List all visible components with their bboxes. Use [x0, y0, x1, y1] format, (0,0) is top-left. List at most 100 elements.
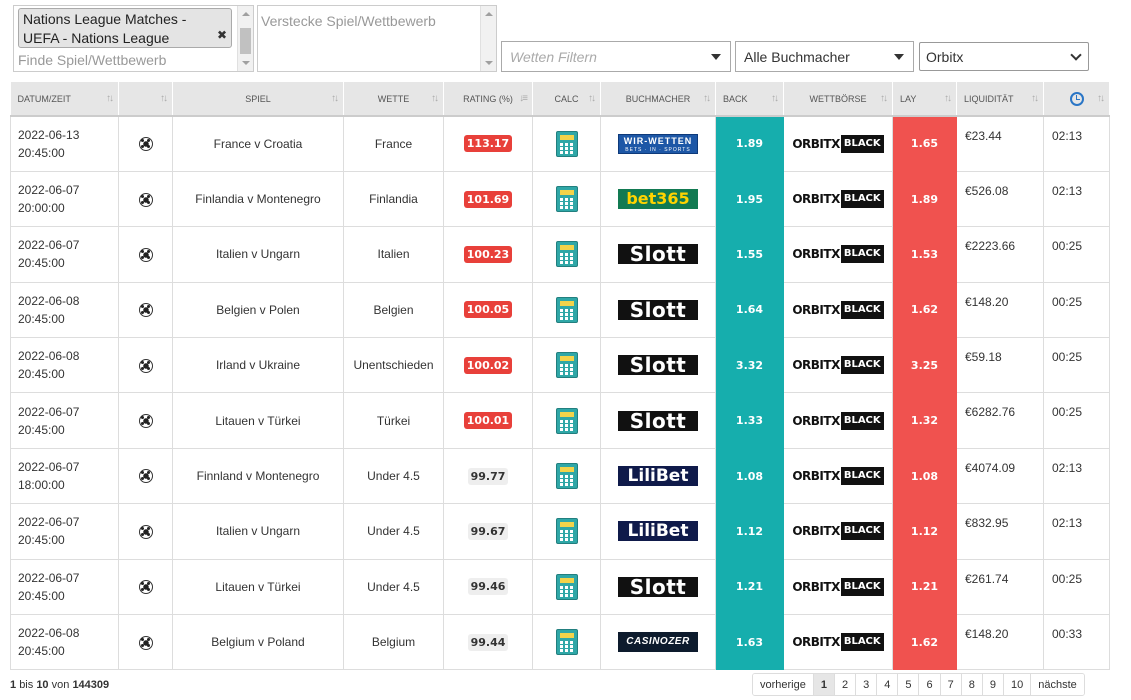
calculator-icon[interactable] [555, 518, 578, 545]
calculator-icon[interactable] [555, 629, 578, 656]
bookmaker-logo[interactable]: Slott [618, 576, 698, 597]
cell-back-odds[interactable]: 1.12 [715, 503, 784, 560]
col-exchange[interactable]: WETTBÖRSE ↑↓ [783, 82, 893, 117]
sort-icon[interactable]: ↑↓ [1097, 93, 1105, 104]
page-button[interactable]: 2 [833, 674, 856, 695]
col-game[interactable]: SPIEL ↑↓ [172, 82, 344, 117]
cell-back-odds[interactable]: 1.63 [715, 614, 784, 671]
page-button[interactable]: 1 [812, 674, 834, 695]
cell-lay-odds[interactable]: 1.21 [892, 558, 957, 616]
cell-lay-odds[interactable]: 1.65 [892, 115, 957, 172]
cell-back-odds[interactable]: 1.08 [715, 447, 784, 505]
next-page-button[interactable]: nächste [1030, 674, 1084, 695]
bookmaker-logo[interactable]: CASINOZER [618, 632, 698, 653]
cell-lay-odds[interactable]: 1.89 [892, 170, 957, 228]
calculator-icon[interactable] [555, 573, 578, 600]
sort-desc-icon[interactable]: ↓≡ [519, 93, 528, 104]
scroll-down-icon[interactable] [242, 61, 250, 65]
calculator-icon[interactable] [555, 186, 578, 213]
cell-lay-odds[interactable]: 1.32 [892, 392, 957, 449]
col-rating[interactable]: RATING (%) ↓≡ [443, 82, 533, 117]
exchange-logo[interactable]: ORBITX BLACK [792, 466, 884, 486]
sort-icon[interactable]: ↑↓ [703, 93, 711, 104]
cell-back-odds[interactable]: 3.32 [715, 337, 784, 394]
exchange-logo[interactable]: ORBITX BLACK [792, 244, 884, 264]
remove-tag-icon[interactable]: ✖ [217, 26, 227, 45]
sort-icon[interactable]: ↑↓ [160, 93, 168, 104]
page-button[interactable]: 9 [981, 674, 1003, 695]
calculator-icon[interactable] [555, 130, 578, 157]
calculator-icon[interactable] [555, 352, 578, 379]
col-datetime[interactable]: DATUM/ZEIT ↑↓ [10, 82, 119, 117]
prev-page-button[interactable]: vorherige [753, 674, 813, 695]
cell-back-odds[interactable]: 1.95 [715, 170, 784, 228]
page-button[interactable]: 6 [918, 674, 940, 695]
bookmaker-logo[interactable]: bet365 [618, 189, 698, 210]
bookmaker-logo[interactable]: LiliBet [618, 521, 698, 542]
page-button[interactable]: 10 [1002, 674, 1031, 695]
calculator-icon[interactable] [555, 463, 578, 490]
hide-game-input[interactable]: Verstecke Spiel/Wettbewerb [261, 13, 436, 29]
exchange-logo[interactable]: ORBITX BLACK [792, 521, 884, 541]
cell-back-odds[interactable]: 1.33 [715, 392, 784, 449]
exchange-logo[interactable]: ORBITX BLACK [792, 577, 884, 597]
competition-scrollbar[interactable] [237, 6, 253, 71]
exchange-logo[interactable]: ORBITX BLACK [792, 355, 884, 375]
cell-back-odds[interactable]: 1.64 [715, 281, 784, 339]
cell-back-odds[interactable]: 1.55 [715, 226, 784, 283]
sort-icon[interactable]: ↑↓ [880, 93, 888, 104]
scroll-up-icon[interactable] [242, 12, 250, 16]
cell-lay-odds[interactable]: 3.25 [892, 337, 957, 394]
page-button[interactable]: 3 [855, 674, 877, 695]
col-sport[interactable]: ↑↓ [118, 82, 173, 117]
col-back[interactable]: BACK ↑↓ [715, 82, 784, 117]
col-bookmaker[interactable]: BUCHMACHER ↑↓ [600, 82, 716, 117]
exchange-logo[interactable]: ORBITX BLACK [792, 632, 884, 652]
scroll-down-icon[interactable] [485, 61, 493, 65]
page-button[interactable]: 4 [876, 674, 898, 695]
col-lay[interactable]: LAY ↑↓ [892, 82, 957, 117]
sort-icon[interactable]: ↑↓ [1031, 93, 1039, 104]
bookmaker-logo[interactable]: WIR-WETTEN BETS · IN · SPORTS [618, 133, 698, 154]
calculator-icon[interactable] [555, 241, 578, 268]
sort-icon[interactable]: ↑↓ [944, 93, 952, 104]
exchange-logo[interactable]: ORBITX BLACK [792, 134, 884, 154]
cell-lay-odds[interactable]: 1.62 [892, 614, 957, 671]
cell-lay-odds[interactable]: 1.08 [892, 447, 957, 505]
bookmaker-dropdown[interactable]: Alle Buchmacher [735, 41, 914, 72]
sort-icon[interactable]: ↑↓ [431, 93, 439, 104]
scroll-thumb[interactable] [240, 28, 251, 54]
calculator-icon[interactable] [555, 407, 578, 434]
sort-icon[interactable]: ↑↓ [331, 93, 339, 104]
cell-back-odds[interactable]: 1.21 [715, 558, 784, 616]
sort-icon[interactable]: ↑↓ [106, 93, 114, 104]
hide-game-scrollbar[interactable] [480, 6, 496, 71]
exchange-select[interactable]: Orbitx [919, 42, 1089, 71]
page-button[interactable]: 7 [939, 674, 961, 695]
sort-icon[interactable]: ↑↓ [771, 93, 779, 104]
exchange-logo[interactable]: ORBITX BLACK [792, 189, 884, 209]
cell-lay-odds[interactable]: 1.12 [892, 503, 957, 560]
bookmaker-logo[interactable]: Slott [618, 244, 698, 265]
page-button[interactable]: 5 [897, 674, 919, 695]
competition-multiselect[interactable]: Nations League Matches - UEFA - Nations … [13, 5, 254, 72]
hide-game-multiselect[interactable]: Verstecke Spiel/Wettbewerb [257, 5, 497, 72]
col-bet[interactable]: WETTE ↑↓ [343, 82, 444, 117]
cell-lay-odds[interactable]: 1.53 [892, 226, 957, 283]
cell-back-odds[interactable]: 1.89 [715, 115, 784, 172]
sort-icon[interactable]: ↑↓ [588, 93, 596, 104]
bookmaker-logo[interactable]: LiliBet [618, 466, 698, 487]
exchange-logo[interactable]: ORBITX BLACK [792, 300, 884, 320]
bookmaker-logo[interactable]: Slott [618, 410, 698, 431]
bookmaker-logo[interactable]: Slott [618, 355, 698, 376]
find-game-input[interactable]: Finde Spiel/Wettbewerb [18, 52, 166, 68]
scroll-up-icon[interactable] [485, 12, 493, 16]
page-button[interactable]: 8 [960, 674, 982, 695]
col-liquidity[interactable]: LIQUIDITÄT ↑↓ [956, 82, 1044, 117]
cell-lay-odds[interactable]: 1.62 [892, 281, 957, 339]
exchange-logo[interactable]: ORBITX BLACK [792, 411, 884, 431]
bookmaker-logo[interactable]: Slott [618, 299, 698, 320]
col-calc[interactable]: CALC ↑↓ [532, 82, 601, 117]
col-updated[interactable]: ↑↓ [1043, 82, 1110, 117]
bets-filter-dropdown[interactable]: Wetten Filtern [501, 41, 731, 72]
